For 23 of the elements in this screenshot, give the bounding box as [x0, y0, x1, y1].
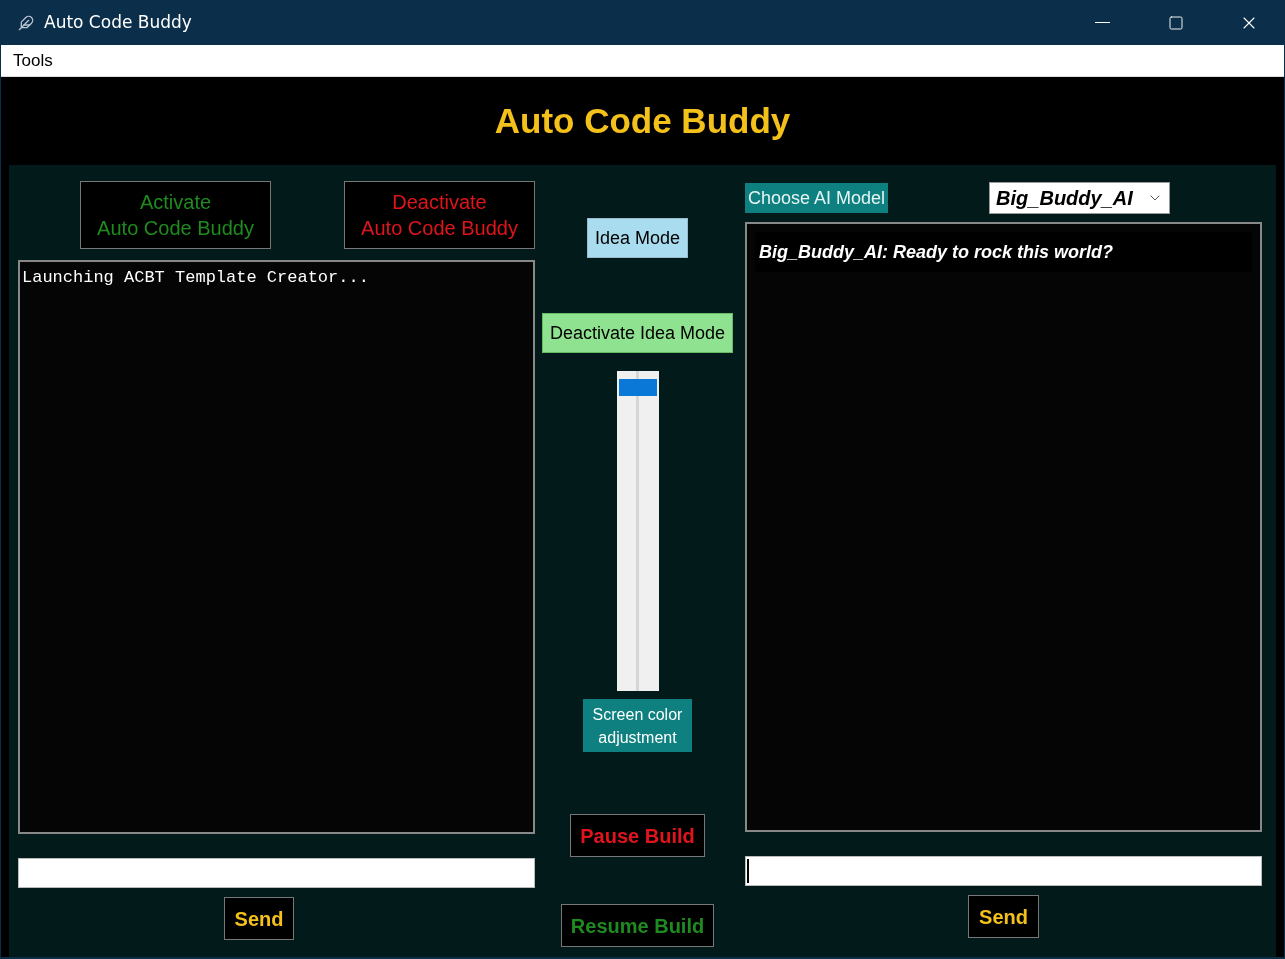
- pause-build-button[interactable]: Pause Build: [570, 814, 705, 857]
- idea-mode-button[interactable]: Idea Mode: [586, 218, 689, 258]
- message-input[interactable]: [745, 856, 1262, 886]
- resume-build-button[interactable]: Resume Build: [560, 904, 715, 947]
- message-input[interactable]: [18, 858, 535, 888]
- app-heading: Auto Code Buddy: [494, 99, 791, 142]
- activate-button[interactable]: Activate Auto Code Buddy: [80, 181, 271, 249]
- send-button[interactable]: Send: [223, 897, 295, 940]
- menu-item[interactable]: Tools: [13, 47, 53, 74]
- deactivate-idea-mode-button[interactable]: Deactivate Idea Mode: [541, 313, 734, 353]
- chat-message: Big_Buddy_AI: Ready to rock this world?: [755, 232, 1252, 272]
- slider-label: Screen color adjustment: [583, 699, 692, 752]
- text-cursor: [747, 859, 749, 883]
- feather-icon: [18, 14, 34, 31]
- model-label: Choose AI Model: [745, 183, 889, 213]
- window-title: Auto Code Buddy: [44, 10, 192, 34]
- minimize-icon: [1095, 22, 1110, 23]
- send-button[interactable]: Send: [968, 895, 1039, 938]
- maximize-icon: [1167, 14, 1184, 31]
- deactivate-button[interactable]: Deactivate Auto Code Buddy: [344, 181, 535, 249]
- console-line: Launching ACBT Template Creator...: [22, 267, 370, 289]
- slider-thumb[interactable]: [618, 378, 657, 396]
- model-dropdown[interactable]: Big_Buddy_AI: [989, 182, 1171, 214]
